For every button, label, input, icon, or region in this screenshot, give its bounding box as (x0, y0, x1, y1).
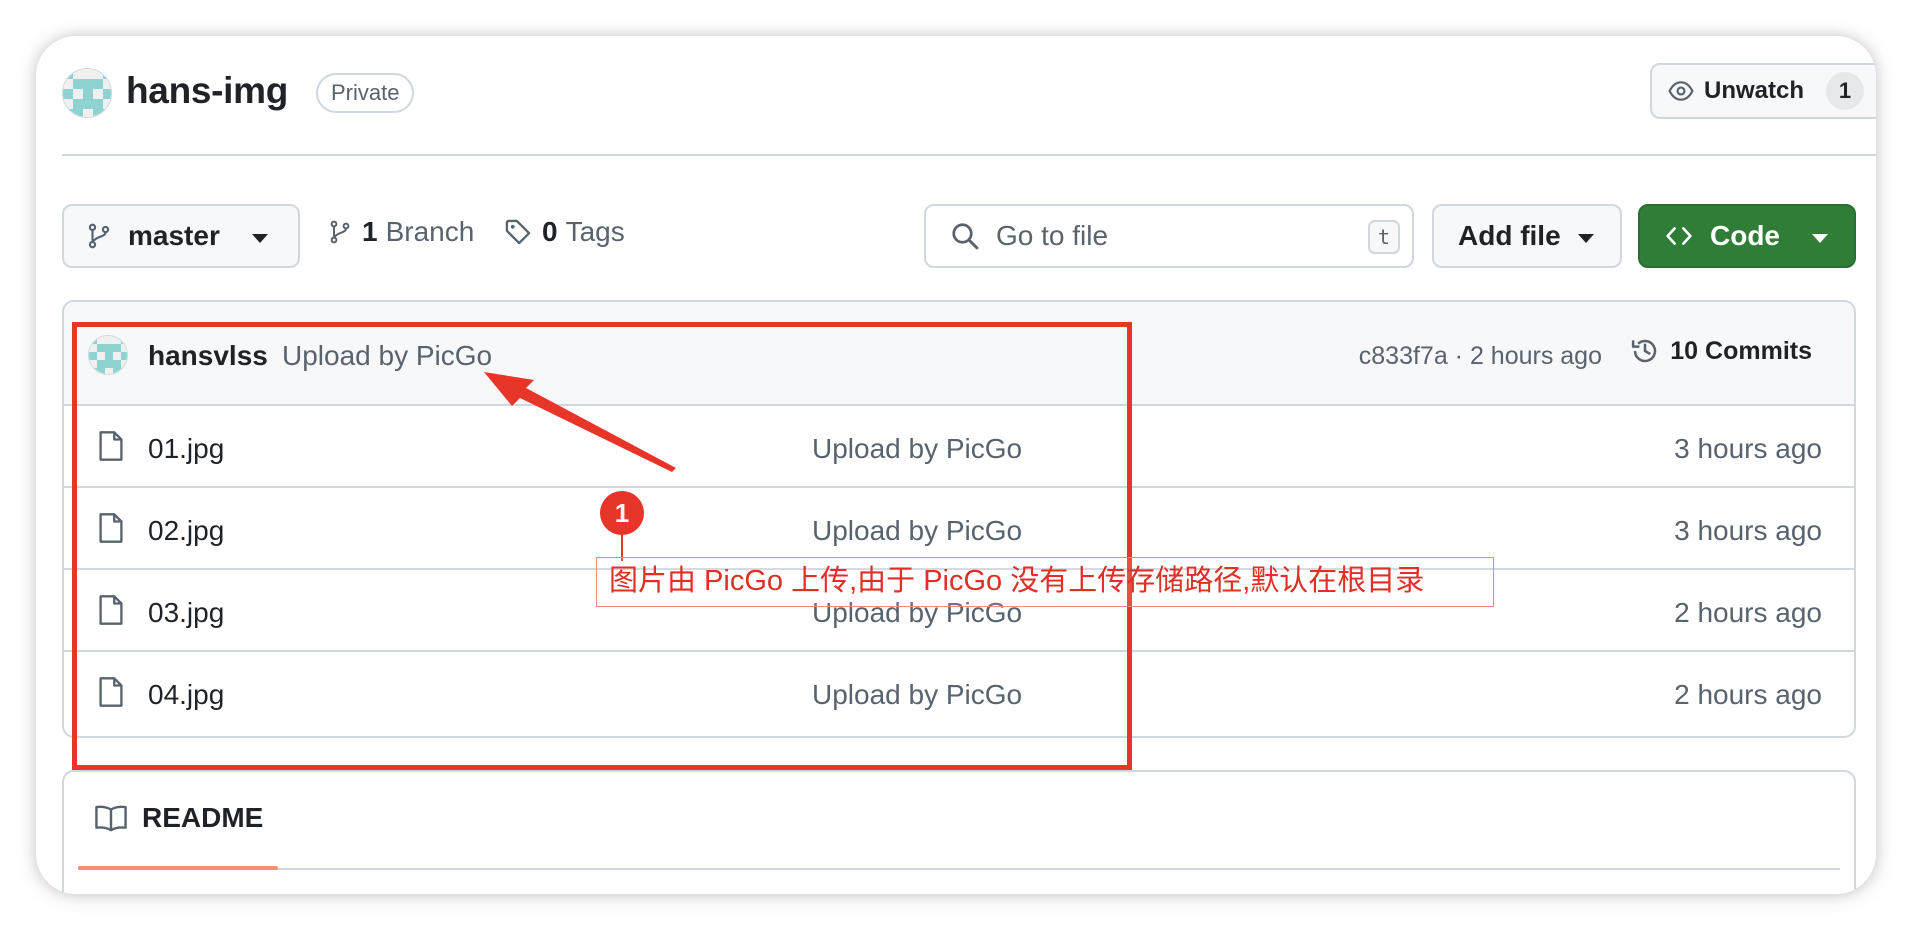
annotation-arrow-icon (484, 372, 676, 472)
annotation-step-badge: 1 (600, 491, 644, 535)
annotation-callout: 图片由 PicGo 上传,由于 PicGo 没有上传存储路径,默认在根目录 (596, 557, 1494, 607)
